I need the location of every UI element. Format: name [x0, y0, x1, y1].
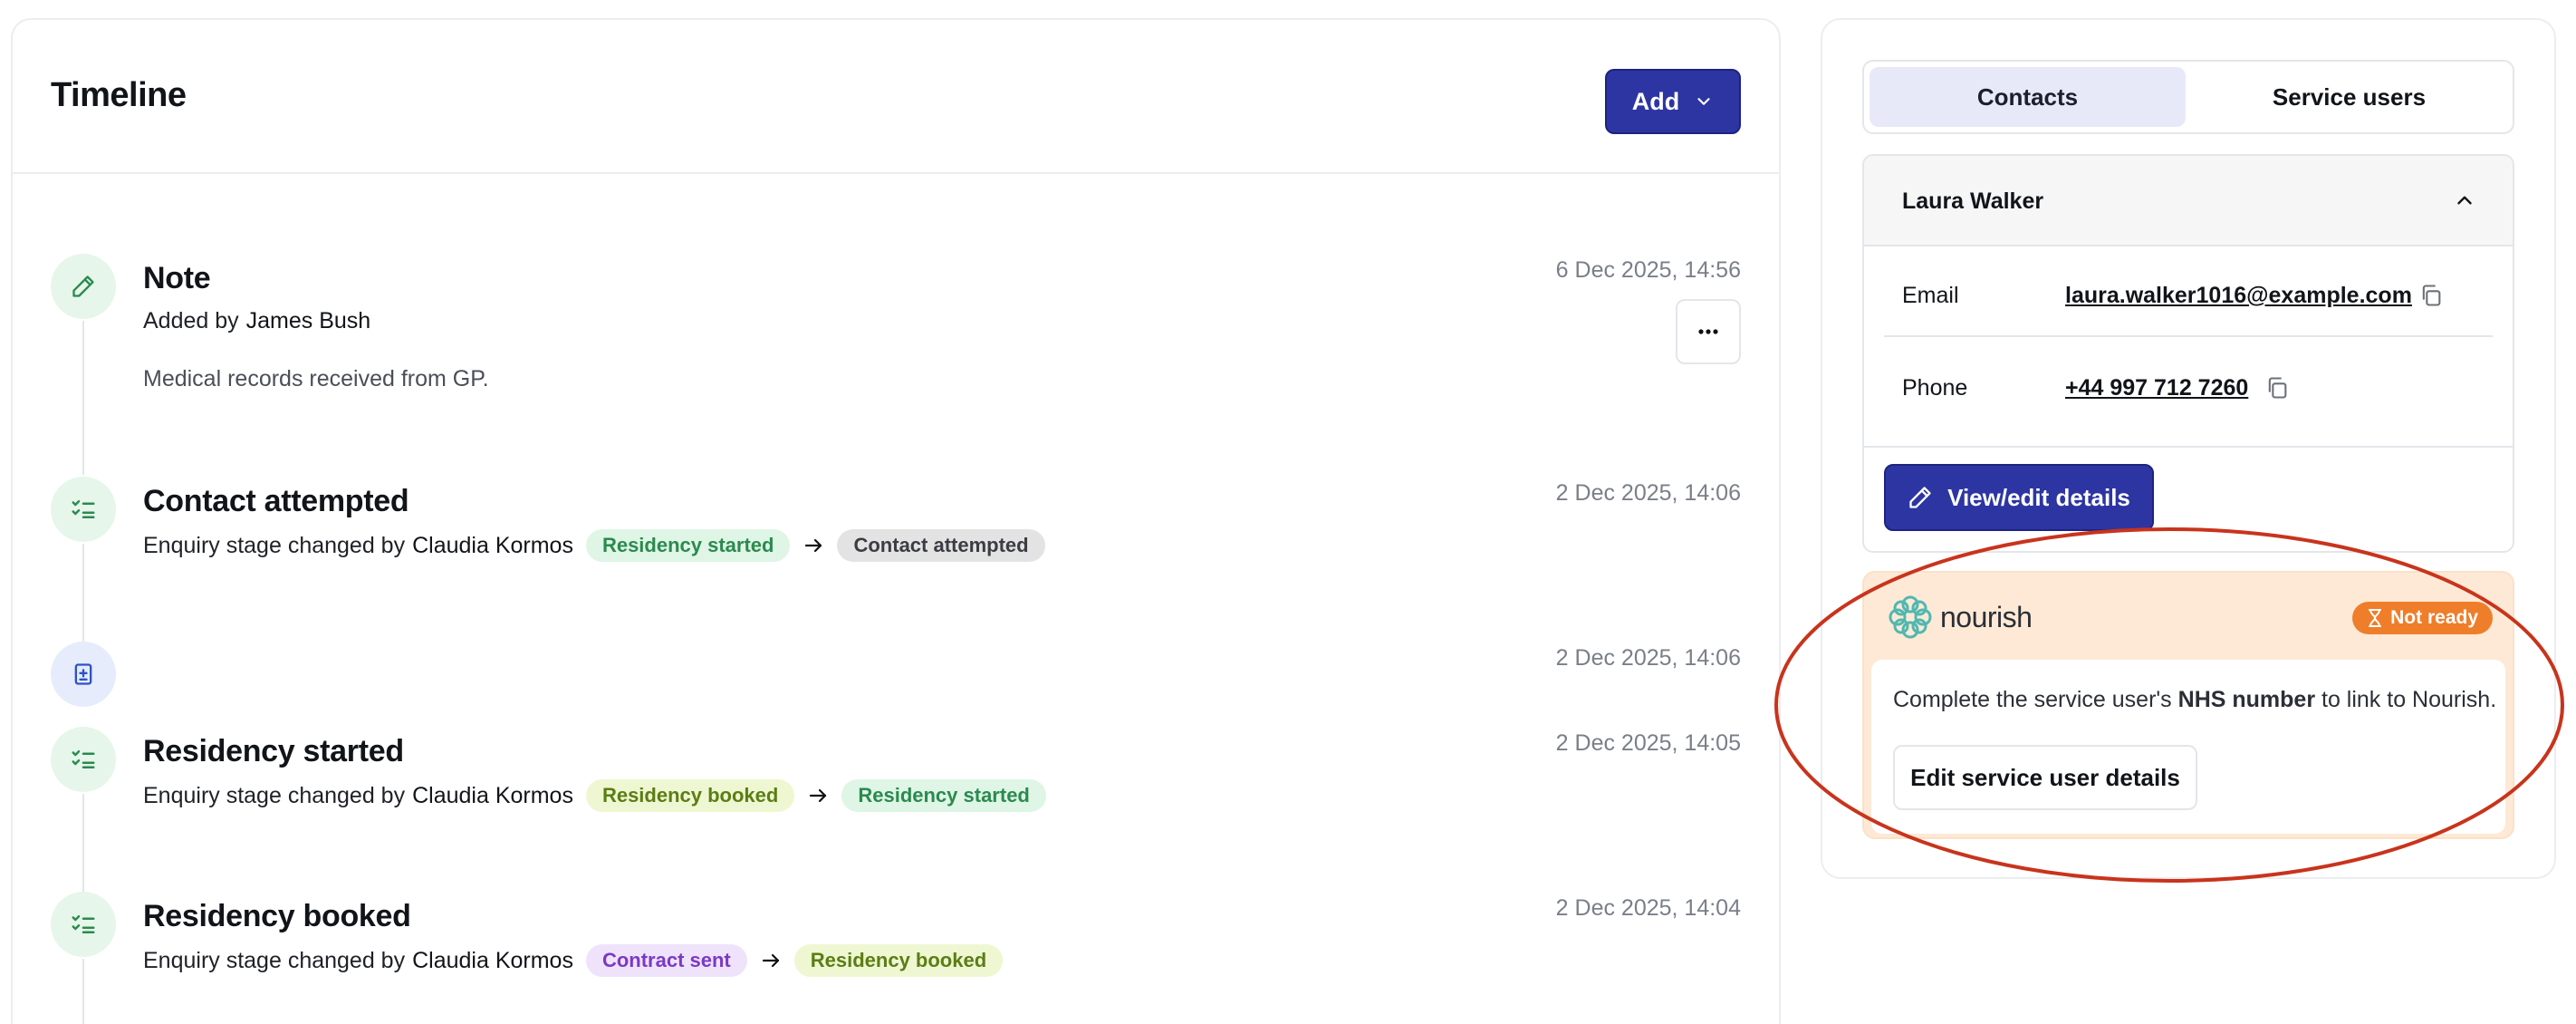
timeline-item-date: 2 Dec 2025, 14:06 [1555, 645, 1741, 671]
add-button[interactable]: Add [1605, 69, 1741, 134]
author-name: Claudia Kormos [412, 782, 573, 808]
tab-bar: Contacts Service users [1862, 60, 2514, 134]
checklist-icon [51, 727, 116, 792]
contact-card: Laura Walker Email laura.walker1016@exam… [1862, 154, 2514, 553]
timeline-item-title: Note [143, 261, 211, 295]
author-name: James Bush [245, 308, 371, 333]
stage-change-label: Enquiry stage changed by [143, 947, 406, 973]
status-badge: Residency started [585, 529, 791, 562]
status-badge: Contract sent [585, 944, 747, 977]
add-button-label: Add [1631, 87, 1680, 115]
arrow-right-icon [762, 953, 779, 968]
timeline-item-meta: Enquiry stage changed by Claudia Kormos … [143, 944, 1004, 977]
status-label: Not ready [2390, 607, 2478, 628]
nourish-brand-text: nourish [1940, 600, 2033, 633]
document-add-icon [51, 642, 116, 707]
timeline-item-date: 2 Dec 2025, 14:04 [1555, 895, 1741, 921]
timeline-item-meta: Enquiry stage changed by Claudia Kormos … [143, 529, 1045, 562]
view-edit-details-label: View/edit details [1947, 483, 2130, 511]
email-label: Email [1902, 283, 1959, 308]
chevron-down-icon [1697, 98, 1710, 105]
chevron-up-icon [2457, 196, 2472, 205]
pencil-icon [1909, 487, 1931, 508]
contacts-panel: Contacts Service users Laura Walker Emai… [1821, 18, 2556, 879]
tab-contacts[interactable]: Contacts [1870, 67, 2186, 127]
timeline-item-meta: Added by James Bush [143, 308, 370, 334]
nourish-message-emphasis: NHS number [2177, 687, 2316, 712]
timeline-connector [82, 321, 84, 475]
phone-row: Phone +44 997 712 7260 [1884, 339, 2493, 430]
timeline-item-date: 6 Dec 2025, 14:56 [1555, 257, 1741, 283]
arrow-right-icon [805, 538, 822, 553]
status-badge: Not ready [2352, 602, 2493, 634]
stage-change-label: Enquiry stage changed by [143, 782, 406, 808]
timeline-connector [82, 959, 84, 1024]
timeline-connector [82, 544, 84, 643]
tab-service-users[interactable]: Service users [2191, 67, 2507, 127]
timeline-item-date: 2 Dec 2025, 14:06 [1555, 480, 1741, 506]
timeline-item-title: Residency booked [143, 899, 411, 933]
contact-card-header[interactable]: Laura Walker [1864, 156, 2513, 246]
copy-icon[interactable] [2418, 283, 2444, 308]
nourish-message-suffix: to link to Nourish. [2321, 687, 2497, 712]
phone-link[interactable]: +44 997 712 7260 [2065, 375, 2248, 401]
timeline-item-title: Residency started [143, 734, 404, 768]
status-badge: Contact attempted [837, 529, 1045, 562]
status-badge: Residency booked [793, 944, 1004, 977]
nourish-card-body: Complete the service user's NHS number t… [1871, 660, 2505, 834]
timeline-item-date: 2 Dec 2025, 14:05 [1555, 730, 1741, 756]
status-badge: Residency started [841, 779, 1046, 812]
hourglass-icon [2369, 609, 2382, 627]
ellipsis-icon [1698, 329, 1718, 334]
timeline-connector [82, 794, 84, 892]
nourish-message-prefix: Complete the service user's [1893, 687, 2172, 712]
nourish-flower-icon [1889, 595, 1932, 639]
nourish-logo: nourish [1886, 593, 2033, 642]
divider [1864, 446, 2513, 448]
timeline-header: Timeline Add [13, 20, 1779, 174]
timeline-panel: Timeline Add Note Added by James Bush Me… [11, 18, 1781, 1024]
view-edit-details-button[interactable]: View/edit details [1884, 464, 2154, 531]
status-badge: Residency booked [585, 779, 795, 812]
more-options-button[interactable] [1676, 299, 1741, 364]
timeline-item-meta: Enquiry stage changed by Claudia Kormos … [143, 779, 1046, 812]
email-link[interactable]: laura.walker1016@example.com [2065, 283, 2412, 309]
pencil-icon [51, 254, 116, 319]
edit-service-user-button[interactable]: Edit service user details [1893, 745, 2197, 810]
checklist-icon [51, 892, 116, 957]
checklist-icon [51, 477, 116, 542]
author-name: Claudia Kormos [412, 532, 573, 558]
nourish-integration-card: nourish Not ready Complete the service u… [1862, 571, 2514, 839]
note-body: Medical records received from GP. [143, 366, 489, 391]
phone-label: Phone [1902, 375, 1968, 401]
added-by-label: Added by [143, 308, 239, 333]
copy-icon[interactable] [2264, 375, 2290, 401]
author-name: Claudia Kormos [412, 947, 573, 973]
arrow-right-icon [810, 788, 827, 803]
timeline-item-title: Contact attempted [143, 484, 409, 518]
contact-name: Laura Walker [1902, 188, 2044, 214]
email-row: Email laura.walker1016@example.com [1884, 246, 2493, 337]
nourish-message: Complete the service user's NHS number t… [1893, 687, 2496, 713]
page-title: Timeline [51, 76, 187, 114]
stage-change-label: Enquiry stage changed by [143, 532, 406, 558]
